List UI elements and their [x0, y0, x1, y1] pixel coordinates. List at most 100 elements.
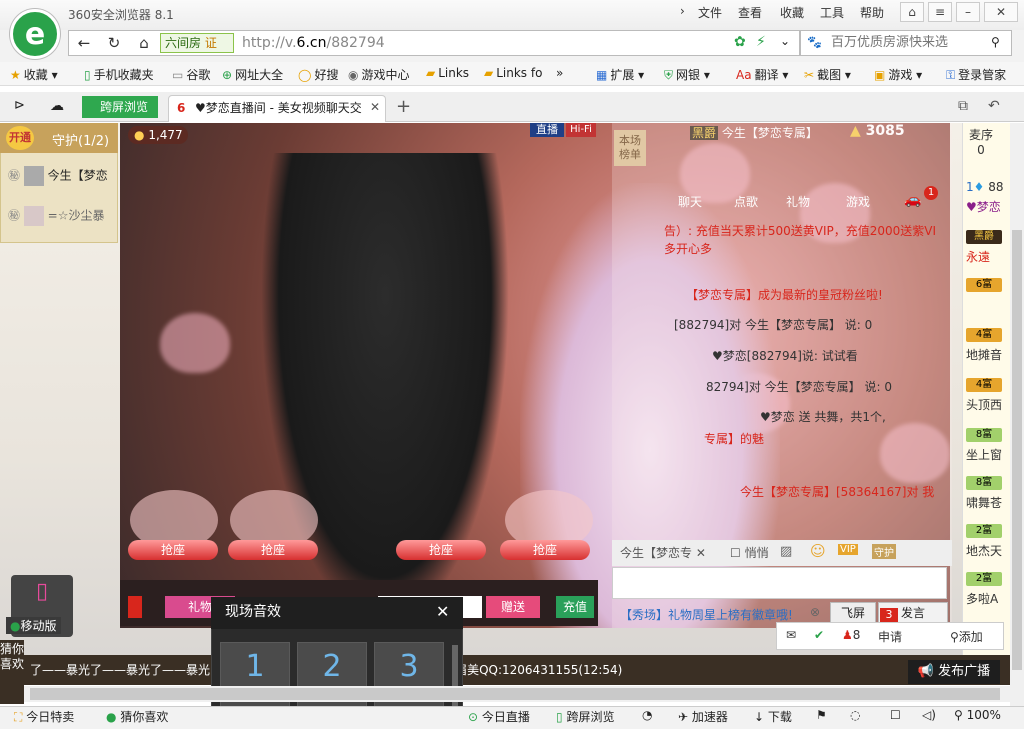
cloud-icon[interactable]: ☁	[50, 98, 64, 114]
user-count[interactable]: ♟8	[842, 628, 860, 642]
private-checkbox[interactable]: ☐ 悄悄	[730, 544, 769, 561]
apply-button[interactable]: 申请	[878, 628, 902, 645]
site-badge[interactable]: 六间房 证	[160, 33, 234, 53]
search-input[interactable]	[831, 35, 991, 50]
status-live[interactable]: ⊙ 今日直播	[468, 708, 530, 725]
more-bookmarks-icon[interactable]: »	[556, 66, 563, 80]
bookmark-links-fo[interactable]: ▰ Links fo	[484, 66, 542, 80]
gift-send-button[interactable]: 赠送	[486, 596, 540, 618]
red-packet-icon[interactable]	[128, 596, 142, 618]
search-icon[interactable]: ⚲	[991, 35, 1000, 49]
bookmark-screenshot[interactable]: ✂ 截图 ▾	[804, 66, 851, 83]
guess-you-like-tab[interactable]: 猜你喜欢	[0, 640, 24, 704]
grab-seat-button[interactable]: 抢座	[128, 540, 218, 560]
bookmark-games[interactable]: ◉ 游戏中心	[348, 66, 410, 83]
menu-tools[interactable]: 工具	[820, 4, 844, 21]
tab-close-icon[interactable]: ✕	[370, 100, 380, 114]
bookmark-mobile[interactable]: ▯ 手机收藏夹	[84, 66, 154, 83]
back-icon[interactable]: ←	[72, 34, 96, 54]
chat-input[interactable]	[612, 567, 947, 599]
browser-logo-icon[interactable]: e	[10, 9, 60, 59]
hifi-badge[interactable]: Hi-Fi	[566, 123, 596, 137]
browser-icon[interactable]: ◌	[850, 708, 860, 722]
check-icon[interactable]: ✔	[814, 628, 824, 642]
fly-screen-button[interactable]: 飞屏	[830, 602, 876, 624]
car-icon[interactable]: 🚗	[904, 192, 921, 208]
right-item[interactable]: 啸舞苍	[966, 494, 1002, 511]
grab-seat-button[interactable]: 抢座	[396, 540, 486, 560]
recharge-button[interactable]: 充值	[556, 596, 594, 618]
minimize-button[interactable]: –	[956, 2, 980, 22]
open-guard-button[interactable]: 开通	[6, 126, 34, 150]
search-engine-icon[interactable]: 🐾	[807, 35, 822, 49]
status-accelerator[interactable]: ✈ 加速器	[678, 708, 728, 725]
chevron-down-icon[interactable]: ⌄	[780, 34, 790, 48]
mail-icon[interactable]: ✉	[786, 628, 796, 642]
status-split[interactable]: ▯ 跨屏浏览	[556, 708, 614, 725]
tab-chat[interactable]: 聊天	[678, 193, 702, 210]
tab-songs[interactable]: 点歌	[734, 193, 758, 210]
new-tab-icon[interactable]: +	[396, 96, 411, 117]
home-icon[interactable]: ⌂	[132, 34, 156, 54]
guard-item[interactable]: ㊙ 今生【梦恋	[8, 166, 108, 186]
status-guess[interactable]: ● 猜你喜欢	[106, 708, 168, 725]
bookmark-extensions[interactable]: ▦ 扩展 ▾	[596, 66, 644, 83]
speed-dial-icon[interactable]: ◔	[642, 708, 652, 722]
bookmark-translate[interactable]: Aa 翻译 ▾	[736, 66, 788, 83]
pin-icon[interactable]: ⌂	[900, 2, 924, 22]
bookmark-google[interactable]: ▭ 谷歌	[172, 66, 210, 83]
url-text[interactable]: http://v.6.cn/882794	[242, 35, 385, 51]
vip-icon[interactable]: VIP	[838, 544, 858, 555]
guard-icon[interactable]: 守护	[872, 544, 896, 559]
right-item[interactable]: 多啦A	[966, 590, 998, 607]
notice-text[interactable]: 【秀场】礼物周星上榜有徽章哦!	[620, 606, 793, 623]
notice-close-icon[interactable]: ⊗	[810, 605, 820, 619]
bookmark-haosou[interactable]: ◯ 好搜	[298, 66, 338, 83]
flag-icon[interactable]: ⚑	[816, 708, 827, 722]
add-button[interactable]: ⚲添加	[950, 628, 983, 645]
tab-games[interactable]: 游戏	[846, 193, 870, 210]
sidebar-toggle-icon[interactable]: ⊳	[14, 98, 25, 113]
security-icon[interactable]: ✿	[734, 34, 746, 50]
bookmark-favorites[interactable]: ★ 收藏 ▾	[10, 66, 58, 83]
status-download[interactable]: ↓ 下载	[754, 708, 792, 725]
tab-active[interactable]: 6 ♥梦恋直播间 - 美女视频聊天交	[168, 95, 386, 122]
chevron-right-icon[interactable]: ›	[680, 4, 685, 18]
close-button[interactable]: ✕	[984, 2, 1018, 22]
emoji-icon[interactable]: ☺	[810, 542, 826, 560]
chat-target-select[interactable]: 今生【梦恋专 ✕	[620, 544, 706, 561]
search-box[interactable]: 🐾 ⚲	[800, 30, 1012, 56]
bookmark-login-manager[interactable]: ⚿ 登录管家	[946, 66, 1006, 83]
vertical-scroll-thumb[interactable]	[1012, 230, 1022, 670]
image-icon[interactable]: ▨	[780, 544, 792, 559]
status-deals[interactable]: ⛶ 今日特卖	[14, 708, 74, 725]
right-item[interactable]: 1♦ 88	[966, 180, 1004, 194]
guard-item[interactable]: ㊙ =☆沙尘暴	[8, 206, 105, 226]
horizontal-scroll-thumb[interactable]	[30, 688, 1000, 700]
right-item[interactable]: 地杰天	[966, 542, 1002, 559]
right-item[interactable]: 头顶西	[966, 396, 1002, 413]
publish-broadcast-button[interactable]: 📢 发布广播	[908, 660, 1000, 684]
tab-gifts[interactable]: 礼物	[786, 193, 810, 210]
right-item[interactable]: 坐上窗	[966, 446, 1002, 463]
speed-icon[interactable]: ⚡	[756, 34, 766, 50]
refresh-icon[interactable]: ↻	[102, 34, 126, 54]
right-item[interactable]: ♥梦恋	[966, 198, 1001, 215]
menu-view[interactable]: 查看	[738, 4, 762, 21]
right-item[interactable]: 地摊音	[966, 346, 1002, 363]
menu-favorites[interactable]: 收藏	[780, 4, 804, 21]
menu-help[interactable]: 帮助	[860, 4, 884, 21]
close-icon[interactable]: ✕	[436, 602, 449, 621]
bookmark-game[interactable]: ▣ 游戏 ▾	[874, 66, 922, 83]
right-item[interactable]: 永遠	[966, 248, 990, 265]
grab-seat-button[interactable]: 抢座	[500, 540, 590, 560]
bookmark-bank[interactable]: ⛨ 网银 ▾	[664, 66, 710, 83]
window-icon[interactable]: ☐	[890, 708, 901, 722]
zoom-control[interactable]: ⚲ 100%	[954, 708, 1001, 722]
mobile-version-label[interactable]: ●移动版	[6, 617, 61, 634]
bookmark-site-nav[interactable]: ⊕ 网址大全	[222, 66, 283, 83]
split-screen-button[interactable]: 跨屏浏览	[82, 96, 158, 118]
skin-icon[interactable]: ≡	[928, 2, 952, 22]
sound-icon[interactable]: ◁)	[922, 708, 936, 722]
bookmark-links[interactable]: ▰ Links	[426, 66, 469, 80]
